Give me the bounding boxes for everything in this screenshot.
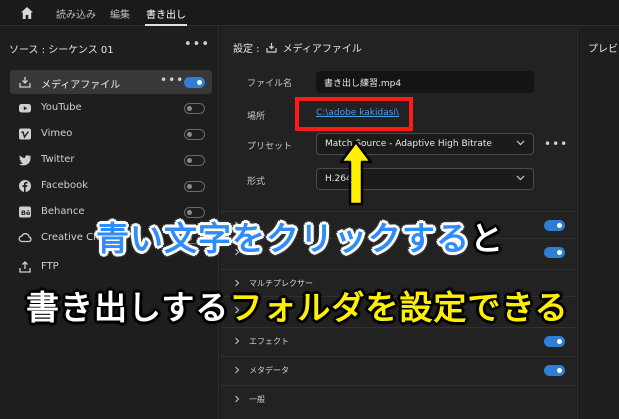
twitter-icon <box>19 155 31 166</box>
metadata-toggle[interactable] <box>544 365 565 376</box>
behance-icon: Bē <box>19 206 31 218</box>
filename-field[interactable]: 書き出し練習.mp4 <box>316 71 534 93</box>
destination-more-icon[interactable]: ••• <box>160 73 184 87</box>
svg-text:Bē: Bē <box>21 209 31 217</box>
section-toggle[interactable] <box>544 247 565 258</box>
chevron-right-icon <box>235 337 240 345</box>
caption-blue-text: 青い文字をクリックする <box>96 219 470 258</box>
destination-label: FTP <box>41 261 59 272</box>
section-title: エフェクト <box>249 337 289 346</box>
tab-export[interactable]: 書き出し <box>146 6 186 21</box>
destination-media-file[interactable]: メディアファイル ••• <box>10 70 212 94</box>
facebook-icon <box>19 180 31 192</box>
settings-section-metadata[interactable]: メタデータ <box>221 356 576 383</box>
twitter-toggle[interactable] <box>184 155 205 166</box>
filename-value: 書き出し練習.mp4 <box>324 79 402 89</box>
destination-facebook[interactable]: Facebook <box>10 174 212 198</box>
filename-label: ファイル名 <box>247 79 293 89</box>
youtube-icon <box>19 104 31 113</box>
preset-more-icon[interactable]: ••• <box>544 137 568 151</box>
youtube-toggle[interactable] <box>184 103 205 114</box>
location-label: 場所 <box>247 112 266 122</box>
caption-white-text: と <box>470 219 504 258</box>
section-toggle[interactable] <box>544 220 565 231</box>
preview-panel: プレビュー <box>577 27 619 419</box>
settings-destination-title: メディアファイル <box>282 44 362 55</box>
effects-toggle[interactable] <box>544 336 565 347</box>
source-more-menu-icon[interactable]: ••• <box>184 37 210 52</box>
ftp-upload-icon <box>19 261 31 273</box>
caption-white-text: 書き出しする <box>26 288 230 327</box>
destination-label: Twitter <box>41 154 75 165</box>
vimeo-toggle[interactable] <box>184 129 205 140</box>
home-icon[interactable] <box>20 6 34 20</box>
caption-line-1: 青い文字をクリックすると <box>96 212 504 260</box>
facebook-toggle[interactable] <box>184 181 205 192</box>
section-title: メタデータ <box>249 366 289 375</box>
highlight-box <box>295 97 413 131</box>
destination-twitter[interactable]: Twitter <box>10 148 212 172</box>
destination-label: Vimeo <box>41 128 73 139</box>
caption-line-2: 書き出しするフォルダを設定できる <box>26 281 569 329</box>
vimeo-icon <box>19 128 31 140</box>
destination-label: YouTube <box>41 102 82 113</box>
caption-yellow-text: フォルダを設定できる <box>229 288 569 327</box>
chevron-down-icon <box>516 140 525 146</box>
destination-label: Facebook <box>41 180 88 191</box>
top-navigation-bar: 読み込み 編集 書き出し <box>0 0 619 26</box>
export-media-icon <box>265 43 277 53</box>
up-arrow-icon <box>339 140 373 206</box>
settings-label: 設定 : <box>233 44 260 55</box>
destination-label: Behance <box>41 206 85 217</box>
active-tab-indicator <box>145 24 187 26</box>
media-file-toggle[interactable] <box>184 77 205 88</box>
settings-section-general[interactable]: 一般 <box>221 385 576 412</box>
settings-section-effects[interactable]: エフェクト <box>221 327 576 354</box>
preview-header: プレビュー <box>588 44 619 55</box>
creative-cloud-icon <box>18 233 32 243</box>
tab-import[interactable]: 読み込み <box>56 6 96 21</box>
settings-header: 設定 : メディアファイル <box>233 40 362 55</box>
media-file-icon <box>19 77 31 88</box>
preset-label: プリセット <box>247 142 293 152</box>
chevron-down-icon <box>516 175 525 181</box>
destination-label: メディアファイル <box>41 80 121 91</box>
source-header: ソース : シーケンス 01 <box>9 45 114 56</box>
format-label: 形式 <box>247 177 266 187</box>
destination-vimeo[interactable]: Vimeo <box>10 122 212 146</box>
destination-youtube[interactable]: YouTube <box>10 96 212 120</box>
tab-edit[interactable]: 編集 <box>110 6 130 21</box>
section-title: 一般 <box>249 395 265 404</box>
chevron-right-icon <box>235 366 240 374</box>
chevron-right-icon <box>235 395 240 403</box>
